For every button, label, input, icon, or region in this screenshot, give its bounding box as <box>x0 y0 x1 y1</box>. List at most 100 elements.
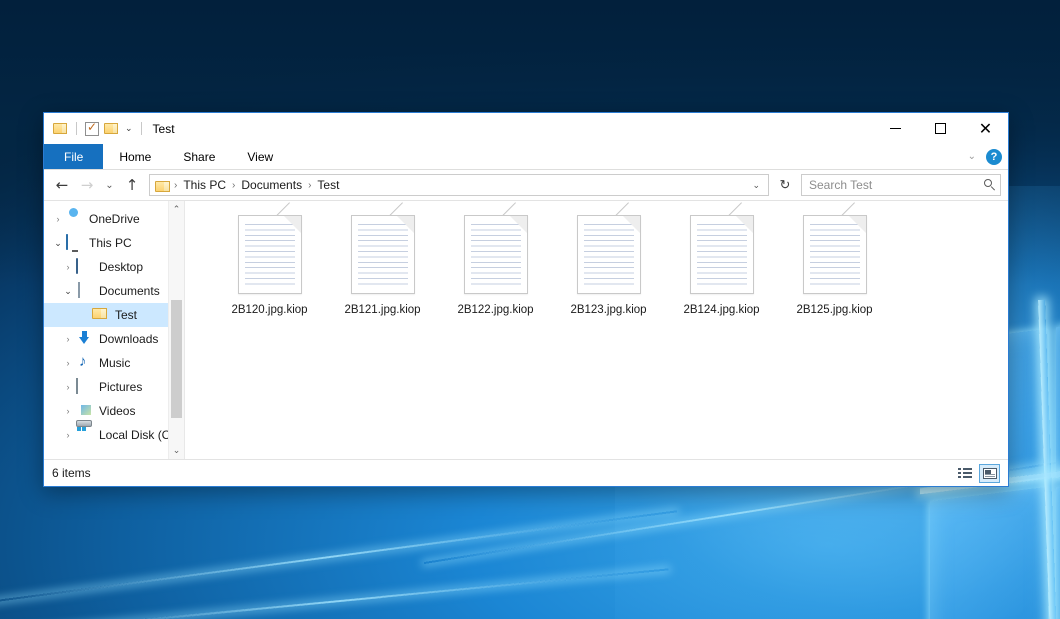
quick-access-toolbar: ⌄ <box>44 122 145 136</box>
generic-document-icon <box>238 215 302 294</box>
sidebar-item-test[interactable]: Test <box>44 303 184 327</box>
sidebar-item-pictures[interactable]: › Pictures <box>44 375 184 399</box>
recent-locations-button[interactable]: ⌄ <box>101 174 118 196</box>
navigation-pane: › OneDrive ⌄ This PC › Desktop ⌄ <box>44 201 185 459</box>
properties-icon[interactable] <box>85 122 99 136</box>
wallpaper-logo-pane <box>1056 469 1060 619</box>
file-name-label: 2B124.jpg.kiop <box>683 303 759 317</box>
sidebar-item-label: OneDrive <box>89 212 140 226</box>
chevron-right-icon[interactable]: › <box>60 334 76 344</box>
sidebar-item-label: Desktop <box>99 260 143 274</box>
sidebar-item-label: Videos <box>99 404 135 418</box>
sidebar-item-documents[interactable]: ⌄ Documents <box>44 279 184 303</box>
help-icon[interactable]: ? <box>986 149 1002 165</box>
maximize-button[interactable] <box>918 113 963 144</box>
tab-home[interactable]: Home <box>103 144 167 169</box>
onedrive-icon <box>66 211 83 227</box>
file-name-label: 2B121.jpg.kiop <box>344 303 420 317</box>
chevron-right-icon[interactable]: › <box>50 214 66 224</box>
file-explorer-window: ⌄ Test ✕ File Home Share View ⌄ ? ← → ⌄ … <box>43 112 1009 487</box>
search-icon <box>984 179 996 191</box>
search-box[interactable]: Search Test <box>801 174 1001 196</box>
local-disk-icon <box>76 427 93 443</box>
generic-document-icon <box>351 215 415 294</box>
file-name-label: 2B123.jpg.kiop <box>570 303 646 317</box>
chevron-down-icon[interactable]: ⌄ <box>50 238 66 249</box>
scrollbar-track[interactable] <box>169 218 185 442</box>
sidebar-item-videos[interactable]: › Videos <box>44 399 184 423</box>
tab-file[interactable]: File <box>44 144 103 169</box>
sidebar-item-label: Test <box>115 308 137 322</box>
list-item[interactable]: 2B120.jpg.kiop <box>213 209 326 327</box>
sidebar-item-this-pc[interactable]: ⌄ This PC <box>44 231 184 255</box>
details-view-icon <box>958 468 972 479</box>
view-buttons <box>954 460 1000 486</box>
sidebar-item-downloads[interactable]: › Downloads <box>44 327 184 351</box>
navigation-scrollbar[interactable]: ⌃ ⌄ <box>168 201 184 459</box>
breadcrumb-item-test[interactable]: Test <box>314 178 342 192</box>
minimize-button[interactable] <box>873 113 918 144</box>
up-button[interactable]: ↑ <box>121 174 143 196</box>
sidebar-item-label: Documents <box>99 284 160 298</box>
toolbar-divider <box>76 122 77 135</box>
status-bar: 6 items <box>44 459 1008 486</box>
title-bar[interactable]: ⌄ Test ✕ <box>44 113 1008 144</box>
scroll-up-icon[interactable]: ⌃ <box>169 201 185 218</box>
chevron-right-icon[interactable]: › <box>60 430 76 440</box>
list-item[interactable]: 2B121.jpg.kiop <box>326 209 439 327</box>
list-item[interactable]: 2B123.jpg.kiop <box>552 209 665 327</box>
file-name-label: 2B125.jpg.kiop <box>796 303 872 317</box>
breadcrumb[interactable]: › This PC › Documents › Test ⌄ <box>149 174 769 196</box>
list-item[interactable]: 2B125.jpg.kiop <box>778 209 891 327</box>
file-list-pane[interactable]: 2B120.jpg.kiop 2B121.jpg.kiop 2B122.jpg.… <box>185 201 1008 459</box>
scrollbar-thumb[interactable] <box>171 300 182 418</box>
downloads-icon <box>76 331 93 347</box>
wallpaper-logo-pane <box>930 487 1048 619</box>
refresh-button[interactable]: ↻ <box>772 173 798 197</box>
sidebar-item-music[interactable]: › ♪ Music <box>44 351 184 375</box>
sidebar-item-local-disk[interactable]: › Local Disk (C:) <box>44 423 184 447</box>
list-item[interactable]: 2B122.jpg.kiop <box>439 209 552 327</box>
back-button[interactable]: ← <box>51 174 73 196</box>
sidebar-item-desktop[interactable]: › Desktop <box>44 255 184 279</box>
pictures-icon <box>76 379 93 395</box>
new-folder-icon[interactable] <box>104 122 119 135</box>
sidebar-item-label: Pictures <box>99 380 142 394</box>
forward-button[interactable]: → <box>76 174 98 196</box>
breadcrumb-item-this-pc[interactable]: This PC <box>180 178 229 192</box>
music-icon: ♪ <box>76 355 93 371</box>
close-button[interactable]: ✕ <box>963 113 1008 144</box>
this-pc-icon <box>66 235 83 251</box>
list-item[interactable]: 2B124.jpg.kiop <box>665 209 778 327</box>
folder-icon[interactable] <box>53 122 68 135</box>
generic-document-icon <box>577 215 641 294</box>
scroll-down-icon[interactable]: ⌄ <box>169 442 185 459</box>
navigation-tree: › OneDrive ⌄ This PC › Desktop ⌄ <box>44 201 184 447</box>
chevron-down-icon[interactable]: ⌄ <box>968 151 976 162</box>
chevron-down-icon[interactable]: ⌄ <box>746 180 766 191</box>
chevron-down-icon[interactable]: ⌄ <box>125 123 133 134</box>
close-icon: ✕ <box>979 121 992 137</box>
window-body: › OneDrive ⌄ This PC › Desktop ⌄ <box>44 200 1008 459</box>
file-grid: 2B120.jpg.kiop 2B121.jpg.kiop 2B122.jpg.… <box>185 201 1008 327</box>
tab-share[interactable]: Share <box>167 144 231 169</box>
chevron-right-icon[interactable]: › <box>60 406 76 416</box>
search-input[interactable]: Search Test <box>809 178 984 192</box>
desktop-icon <box>76 259 93 275</box>
wallpaper-logo-pane <box>1056 309 1060 477</box>
chevron-right-icon[interactable]: › <box>60 262 76 272</box>
breadcrumb-separator: › <box>231 180 236 191</box>
tab-view[interactable]: View <box>231 144 289 169</box>
sidebar-item-onedrive[interactable]: › OneDrive <box>44 207 184 231</box>
chevron-down-icon[interactable]: ⌄ <box>60 286 76 297</box>
folder-icon <box>155 180 171 193</box>
details-view-button[interactable] <box>954 464 975 483</box>
file-name-label: 2B122.jpg.kiop <box>457 303 533 317</box>
large-icons-view-button[interactable] <box>979 464 1000 483</box>
breadcrumb-item-documents[interactable]: Documents <box>238 178 305 192</box>
sidebar-item-label: This PC <box>89 236 132 250</box>
sidebar-item-label: Local Disk (C:) <box>99 428 178 442</box>
address-bar-row: ← → ⌄ ↑ › This PC › Documents › Test ⌄ ↻… <box>44 170 1008 200</box>
chevron-right-icon[interactable]: › <box>60 382 76 392</box>
chevron-right-icon[interactable]: › <box>60 358 76 368</box>
